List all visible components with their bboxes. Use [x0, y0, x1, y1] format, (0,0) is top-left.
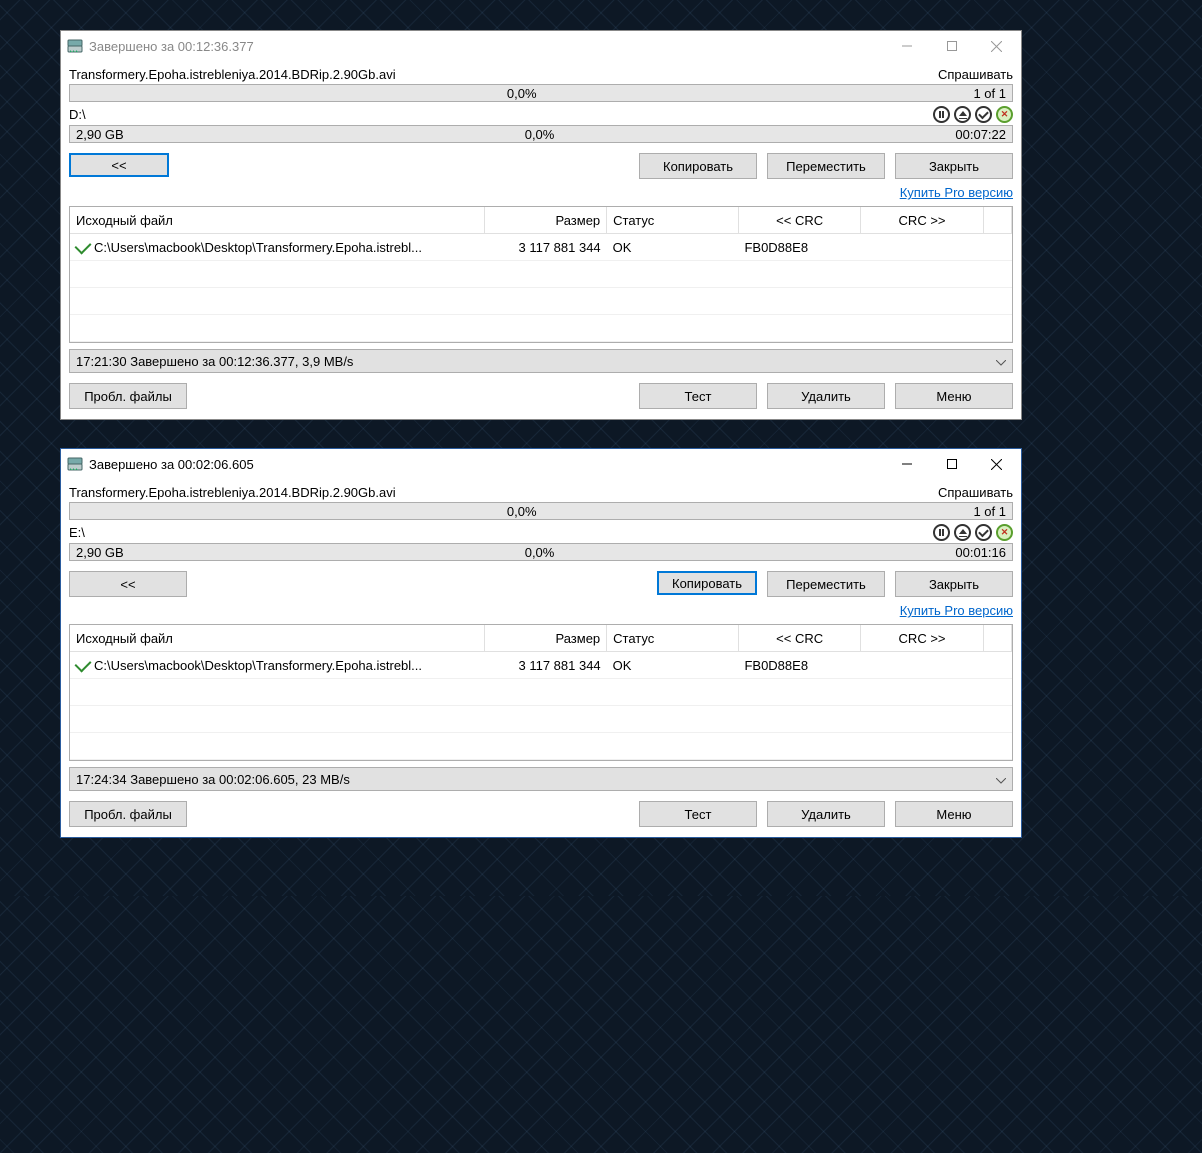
status-line: 17:21:30 Завершено за 00:12:36.377, 3,9 … — [76, 354, 353, 369]
dest-percent: 0,0% — [124, 127, 956, 142]
problem-files-button[interactable]: Пробл. файлы — [69, 801, 187, 827]
file-grid[interactable]: Исходный файл Размер Статус << CRC CRC >… — [69, 624, 1013, 761]
copy-button[interactable]: Копировать — [639, 153, 757, 179]
row-crc-out — [861, 234, 983, 261]
col-crc-out[interactable]: CRC >> — [861, 625, 983, 652]
minimize-button[interactable] — [884, 32, 929, 60]
file-counter: 1 of 1 — [973, 504, 1012, 519]
source-file-label: Transformery.Epoha.istrebleniya.2014.BDR… — [69, 485, 938, 500]
pause-icon[interactable] — [933, 524, 950, 541]
dest-percent: 0,0% — [124, 545, 956, 560]
chevron-down-icon — [996, 772, 1006, 787]
cancel-icon[interactable] — [996, 524, 1013, 541]
problem-files-button[interactable]: Пробл. файлы — [69, 383, 187, 409]
row-size: 3 117 881 344 — [484, 652, 606, 679]
maximize-button[interactable] — [929, 32, 974, 60]
move-button[interactable]: Переместить — [767, 571, 885, 597]
titlebar[interactable]: Завершено за 00:02:06.605 — [61, 449, 1021, 479]
destination-label: D:\ — [69, 107, 933, 122]
titlebar[interactable]: Завершено за 00:12:36.377 — [61, 31, 1021, 61]
delete-button[interactable]: Удалить — [767, 383, 885, 409]
test-button[interactable]: Тест — [639, 383, 757, 409]
row-size: 3 117 881 344 — [484, 234, 606, 261]
back-button[interactable]: << — [69, 153, 169, 177]
chevron-down-icon — [996, 354, 1006, 369]
menu-button[interactable]: Меню — [895, 383, 1013, 409]
file-counter: 1 of 1 — [973, 86, 1012, 101]
app-window: Завершено за 00:12:36.377 Transformery.E… — [60, 30, 1022, 420]
destination-label: E:\ — [69, 525, 933, 540]
back-button[interactable]: << — [69, 571, 187, 597]
close-button[interactable]: Закрыть — [895, 153, 1013, 179]
table-row[interactable]: C:\Users\macbook\Desktop\Transformery.Ep… — [70, 652, 1012, 679]
pause-icon[interactable] — [933, 106, 950, 123]
check-icon — [75, 237, 92, 254]
maximize-button[interactable] — [929, 450, 974, 478]
minimize-button[interactable] — [884, 450, 929, 478]
move-button[interactable]: Переместить — [767, 153, 885, 179]
window-title: Завершено за 00:12:36.377 — [89, 39, 884, 54]
buy-pro-link[interactable]: Купить Pro версию — [69, 603, 1013, 618]
eject-icon[interactable] — [954, 106, 971, 123]
row-status: OK — [607, 652, 739, 679]
app-icon — [67, 456, 83, 472]
row-path: C:\Users\macbook\Desktop\Transformery.Ep… — [94, 658, 422, 673]
time-label: 00:01:16 — [955, 545, 1012, 560]
ask-label[interactable]: Спрашивать — [938, 67, 1013, 82]
time-label: 00:07:22 — [955, 127, 1012, 142]
buy-pro-link[interactable]: Купить Pro версию — [69, 185, 1013, 200]
copy-button[interactable]: Копировать — [657, 571, 757, 595]
menu-button[interactable]: Меню — [895, 801, 1013, 827]
col-size[interactable]: Размер — [484, 207, 606, 234]
row-path: C:\Users\macbook\Desktop\Transformery.Ep… — [94, 240, 422, 255]
ask-label[interactable]: Спрашивать — [938, 485, 1013, 500]
test-button[interactable]: Тест — [639, 801, 757, 827]
row-crc-out — [861, 652, 983, 679]
file-percent: 0,0% — [70, 504, 973, 519]
row-status: OK — [607, 234, 739, 261]
col-source[interactable]: Исходный файл — [70, 207, 484, 234]
verify-icon[interactable] — [975, 106, 992, 123]
source-file-label: Transformery.Epoha.istrebleniya.2014.BDR… — [69, 67, 938, 82]
status-line: 17:24:34 Завершено за 00:02:06.605, 23 M… — [76, 772, 350, 787]
size-label: 2,90 GB — [70, 127, 124, 142]
check-icon — [75, 655, 92, 672]
app-window: Завершено за 00:02:06.605 Transformery.E… — [60, 448, 1022, 838]
app-icon — [67, 38, 83, 54]
delete-button[interactable]: Удалить — [767, 801, 885, 827]
col-source[interactable]: Исходный файл — [70, 625, 484, 652]
status-dropdown[interactable]: 17:24:34 Завершено за 00:02:06.605, 23 M… — [69, 767, 1013, 791]
col-size[interactable]: Размер — [484, 625, 606, 652]
file-progress: 0,0% 1 of 1 — [69, 84, 1013, 102]
col-crc-out[interactable]: CRC >> — [861, 207, 983, 234]
col-crc-in[interactable]: << CRC — [738, 625, 860, 652]
close-window-button[interactable] — [974, 450, 1019, 478]
col-status[interactable]: Статус — [607, 625, 739, 652]
dest-progress: 2,90 GB 0,0% 00:01:16 — [69, 543, 1013, 561]
file-progress: 0,0% 1 of 1 — [69, 502, 1013, 520]
verify-icon[interactable] — [975, 524, 992, 541]
table-row[interactable]: C:\Users\macbook\Desktop\Transformery.Ep… — [70, 234, 1012, 261]
close-window-button[interactable] — [974, 32, 1019, 60]
cancel-icon[interactable] — [996, 106, 1013, 123]
file-percent: 0,0% — [70, 86, 973, 101]
row-crc-in: FB0D88E8 — [738, 652, 860, 679]
close-button[interactable]: Закрыть — [895, 571, 1013, 597]
status-dropdown[interactable]: 17:21:30 Завершено за 00:12:36.377, 3,9 … — [69, 349, 1013, 373]
size-label: 2,90 GB — [70, 545, 124, 560]
eject-icon[interactable] — [954, 524, 971, 541]
dest-progress: 2,90 GB 0,0% 00:07:22 — [69, 125, 1013, 143]
window-title: Завершено за 00:02:06.605 — [89, 457, 884, 472]
col-status[interactable]: Статус — [607, 207, 739, 234]
row-crc-in: FB0D88E8 — [738, 234, 860, 261]
col-crc-in[interactable]: << CRC — [738, 207, 860, 234]
file-grid[interactable]: Исходный файл Размер Статус << CRC CRC >… — [69, 206, 1013, 343]
